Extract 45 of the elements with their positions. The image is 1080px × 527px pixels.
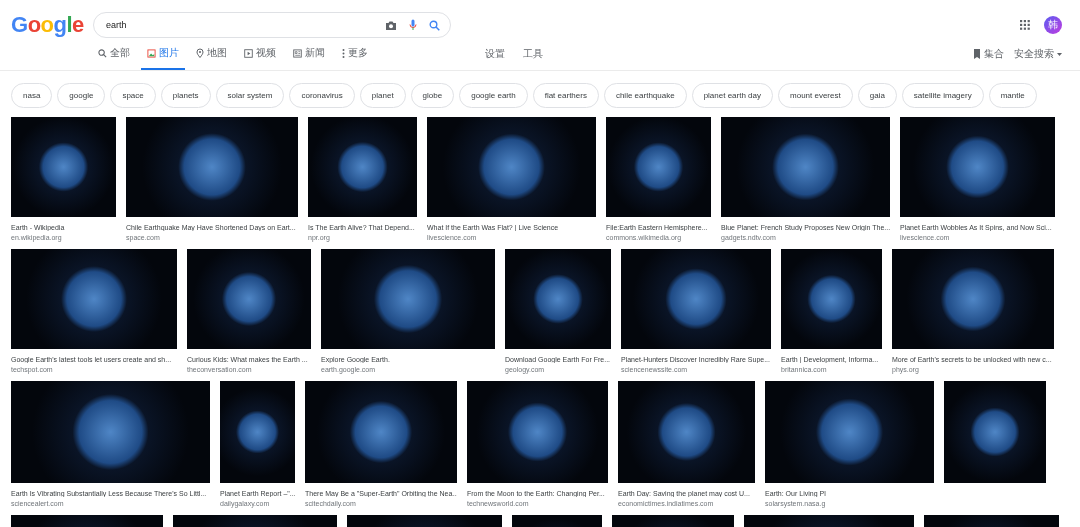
photo-placeholder[interactable]: [618, 381, 755, 483]
photo-placeholder[interactable]: [900, 117, 1055, 217]
photo-placeholder[interactable]: [721, 117, 890, 217]
header-link[interactable]: 集合: [963, 47, 1004, 70]
photo-placeholder[interactable]: [944, 381, 1046, 483]
camera-icon[interactable]: [385, 19, 397, 31]
photo-placeholder[interactable]: [305, 381, 457, 483]
photo-placeholder[interactable]: [621, 249, 771, 349]
bookmark-icon: [973, 49, 981, 59]
header-link[interactable]: 安全搜索: [1004, 47, 1062, 70]
search-input[interactable]: earth: [104, 19, 373, 31]
photo-placeholder[interactable]: [220, 381, 295, 483]
apps-grid-icon[interactable]: [1020, 20, 1030, 30]
nav-tab[interactable]: 地图: [190, 46, 233, 70]
nav-tab[interactable]: 全部: [92, 46, 136, 70]
photo-placeholder[interactable]: [781, 249, 882, 349]
search-icon[interactable]: [429, 19, 440, 31]
play-icon: [244, 48, 253, 58]
nav-tab[interactable]: 新闻: [287, 46, 331, 70]
photo-placeholder[interactable]: [308, 117, 417, 217]
photo-placeholder[interactable]: [892, 249, 1054, 349]
photo-placeholder[interactable]: [187, 249, 311, 349]
more-icon: [342, 48, 345, 58]
photo-placeholder[interactable]: [606, 117, 711, 217]
nav-tab[interactable]: 视频: [238, 46, 282, 70]
nav-tab[interactable]: 更多: [336, 46, 374, 70]
search-icon: [98, 48, 107, 58]
tool-link[interactable]: 设置: [479, 47, 511, 70]
photo-placeholder[interactable]: [765, 381, 934, 483]
caret-icon: [1057, 52, 1062, 56]
photo-placeholder[interactable]: [11, 381, 210, 483]
newspaper-icon: [293, 48, 302, 58]
photo-placeholder[interactable]: [467, 381, 608, 483]
photo-placeholder[interactable]: [321, 249, 495, 349]
photo-placeholder[interactable]: [11, 249, 177, 349]
photo-placeholder[interactable]: [427, 117, 596, 217]
nav-tab[interactable]: 图片: [141, 46, 185, 70]
microphone-icon[interactable]: [409, 19, 417, 31]
avatar[interactable]: 韩: [1044, 16, 1062, 34]
photo-placeholder[interactable]: [505, 249, 611, 349]
photo-placeholder[interactable]: [126, 117, 298, 217]
map-pin-icon: [196, 48, 204, 58]
tool-link[interactable]: 工具: [517, 47, 549, 70]
image-icon: [147, 48, 156, 58]
photo-placeholder[interactable]: [11, 117, 116, 217]
